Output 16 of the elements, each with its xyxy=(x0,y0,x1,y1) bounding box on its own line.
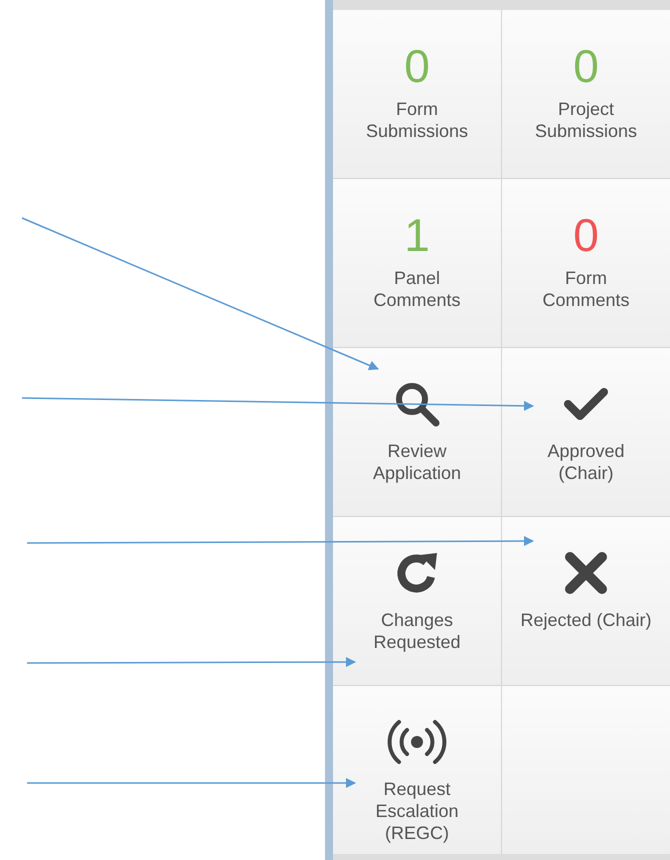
dashboard-tile[interactable]: 0 Form Comments xyxy=(502,179,670,347)
dashboard-tile[interactable]: Changes Requested xyxy=(333,517,501,685)
close-icon xyxy=(562,549,610,597)
dashboard-tile[interactable]: 0 Form Submissions xyxy=(333,10,501,178)
search-icon xyxy=(393,380,441,428)
dashboard-tile[interactable]: Approved (Chair) xyxy=(502,348,670,516)
count-number: 0 xyxy=(573,208,599,263)
broadcast-icon xyxy=(385,718,449,766)
count-number: 1 xyxy=(404,208,430,263)
dashboard-tile[interactable]: 0 Project Submissions xyxy=(502,10,670,178)
dashboard-tile[interactable]: Review Application xyxy=(333,348,501,516)
dashboard-tile[interactable]: 1 Panel Comments xyxy=(333,179,501,347)
dashboard-tile[interactable]: Request Escalation (REGC) xyxy=(333,686,501,854)
count-number: 0 xyxy=(573,39,599,94)
dashboard-tile[interactable]: Rejected (Chair) xyxy=(502,517,670,685)
count-number: 0 xyxy=(404,39,430,94)
